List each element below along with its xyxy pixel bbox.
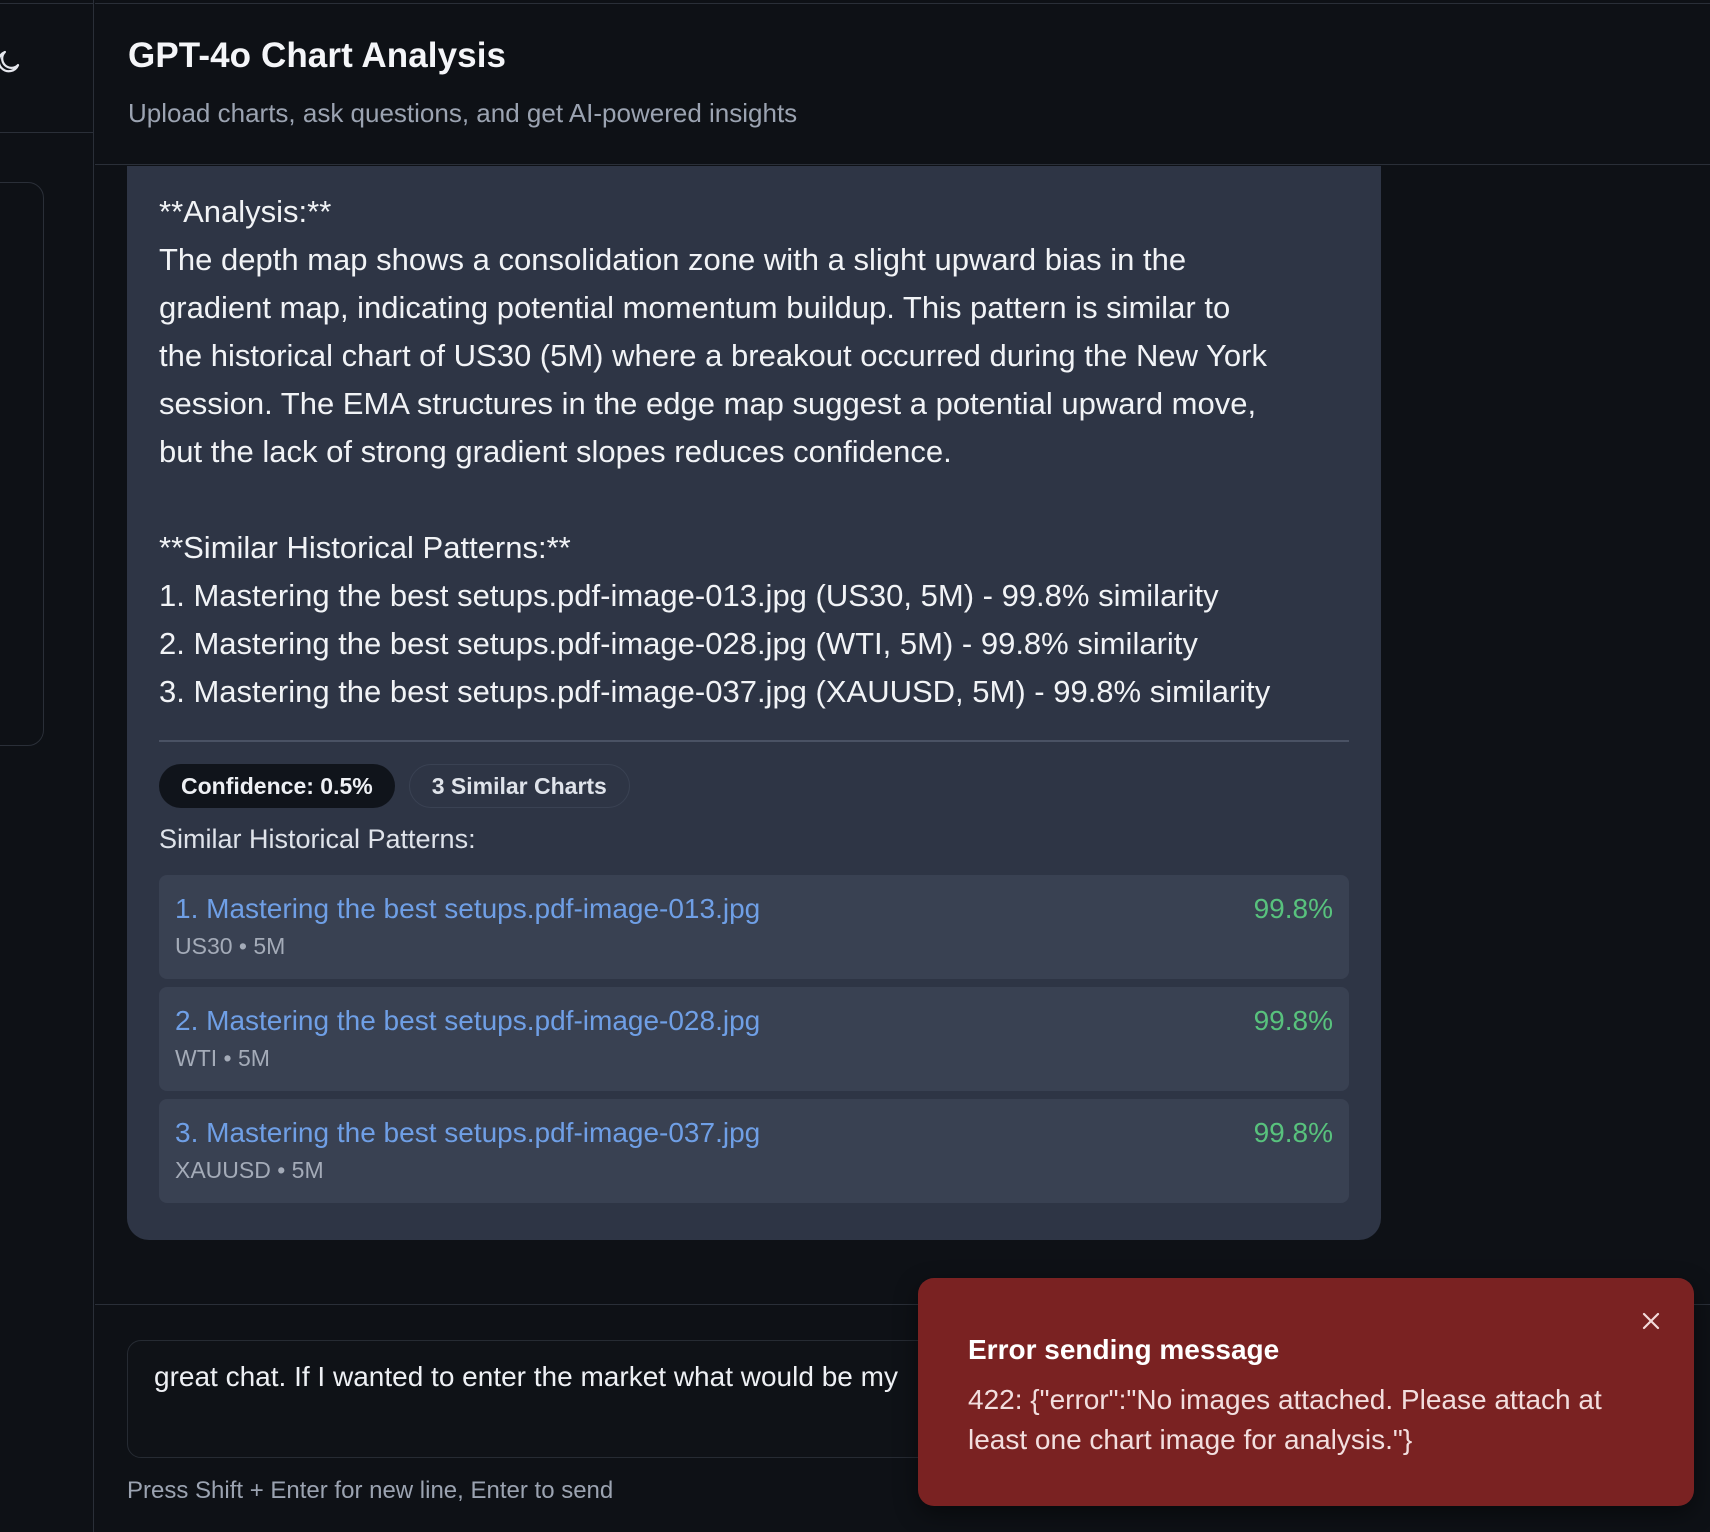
message-divider	[159, 740, 1349, 742]
page-title: GPT-4o Chart Analysis	[128, 36, 507, 75]
toast-title: Error sending message	[968, 1334, 1280, 1365]
similar-pattern-item[interactable]: 1. Mastering the best setups.pdf-image-0…	[159, 875, 1349, 979]
similar-pattern-link[interactable]: 1. Mastering the best setups.pdf-image-0…	[175, 893, 1333, 925]
message-badges: Confidence: 0.5% 3 Similar Charts	[159, 764, 1349, 808]
message-line: the historical chart of US30 (5M) where …	[159, 338, 1267, 373]
sidebar	[0, 0, 94, 1532]
similar-patterns-heading: Similar Historical Patterns:	[159, 824, 476, 854]
similarity-score: 99.8%	[1253, 1117, 1333, 1148]
message-line: but the lack of strong gradient slopes r…	[159, 434, 952, 469]
similar-pattern-meta: US30 • 5M	[175, 933, 286, 959]
theme-toggle-button[interactable]	[0, 44, 26, 80]
similarity-score: 99.8%	[1253, 893, 1333, 924]
similar-patterns-list: 1. Mastering the best setups.pdf-image-0…	[159, 875, 1349, 1203]
message-line: session. The EMA structures in the edge …	[159, 386, 1257, 421]
similar-pattern-item[interactable]: 2. Mastering the best setups.pdf-image-0…	[159, 987, 1349, 1091]
message-line: 3. Mastering the best setups.pdf-image-0…	[159, 674, 1271, 709]
similar-pattern-link[interactable]: 3. Mastering the best setups.pdf-image-0…	[175, 1117, 1333, 1149]
message-line: **Analysis:**	[159, 194, 332, 229]
message-line: The depth map shows a consolidation zone…	[159, 242, 1187, 277]
similar-pattern-meta: WTI • 5M	[175, 1045, 270, 1071]
message-line: 2. Mastering the best setups.pdf-image-0…	[159, 626, 1198, 661]
toast-message: 422: {"error":"No images attached. Pleas…	[968, 1384, 1602, 1455]
toast-close-button[interactable]	[1636, 1306, 1666, 1336]
close-icon	[1642, 1312, 1660, 1330]
sidebar-divider	[0, 132, 94, 133]
message-line: 1. Mastering the best setups.pdf-image-0…	[159, 578, 1219, 613]
sidebar-top-border	[0, 0, 94, 4]
similar-pattern-item[interactable]: 3. Mastering the best setups.pdf-image-0…	[159, 1099, 1349, 1203]
similar-pattern-link[interactable]: 2. Mastering the best setups.pdf-image-0…	[175, 1005, 1333, 1037]
app: GPT-4o Chart Analysis Upload charts, ask…	[0, 0, 1710, 1532]
message-line: **Similar Historical Patterns:**	[159, 530, 571, 565]
sidebar-panel	[0, 182, 44, 746]
message-line: gradient map, indicating potential momen…	[159, 290, 1231, 325]
similar-pattern-meta: XAUUSD • 5M	[175, 1157, 324, 1183]
confidence-badge: Confidence: 0.5%	[159, 764, 395, 808]
message-text: **Analysis:** The depth map shows a cons…	[159, 188, 1349, 716]
moon-icon	[0, 50, 20, 73]
error-toast: Error sending message 422: {"error":"No …	[918, 1278, 1694, 1506]
page-subtitle: Upload charts, ask questions, and get AI…	[128, 98, 798, 128]
similarity-score: 99.8%	[1253, 1005, 1333, 1036]
composer-hint: Press Shift + Enter for new line, Enter …	[127, 1477, 614, 1504]
page-header: GPT-4o Chart Analysis Upload charts, ask…	[95, 4, 1710, 165]
similar-count-badge: 3 Similar Charts	[408, 764, 630, 808]
assistant-message: **Analysis:** The depth map shows a cons…	[127, 166, 1381, 1240]
